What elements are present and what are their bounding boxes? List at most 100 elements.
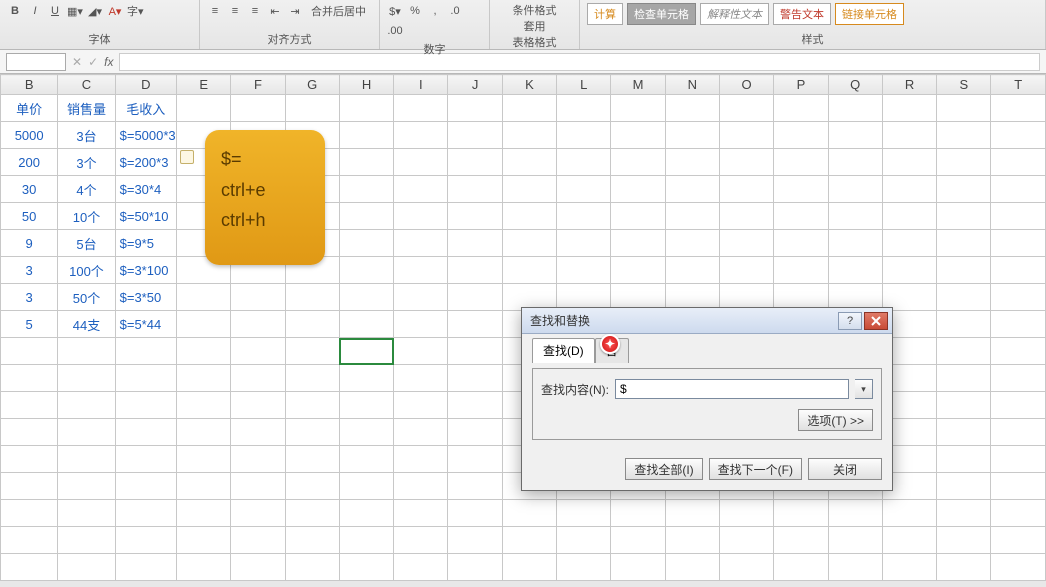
indent-inc-icon[interactable]: ⇥: [286, 2, 304, 20]
column-header[interactable]: P: [774, 75, 828, 95]
options-button[interactable]: 选项(T) >>: [798, 409, 873, 431]
cell[interactable]: $=50*10: [115, 203, 176, 230]
cell[interactable]: 10个: [58, 203, 115, 230]
comma-button[interactable]: ,: [426, 2, 444, 20]
cell[interactable]: [719, 257, 773, 284]
cell[interactable]: [448, 122, 502, 149]
cell[interactable]: [115, 446, 176, 473]
cell[interactable]: [991, 500, 1046, 527]
cell[interactable]: [991, 311, 1046, 338]
percent-button[interactable]: %: [406, 2, 424, 20]
cell[interactable]: [991, 446, 1046, 473]
cell[interactable]: [882, 122, 936, 149]
cell[interactable]: [339, 257, 393, 284]
cell[interactable]: [991, 473, 1046, 500]
cell[interactable]: [882, 176, 936, 203]
cell[interactable]: [502, 257, 556, 284]
cell[interactable]: [665, 176, 719, 203]
cell[interactable]: [937, 554, 991, 581]
cell[interactable]: [774, 230, 828, 257]
cell[interactable]: [502, 527, 556, 554]
cell[interactable]: [774, 527, 828, 554]
cell[interactable]: [502, 203, 556, 230]
cell[interactable]: [611, 230, 665, 257]
cell[interactable]: [665, 257, 719, 284]
cell[interactable]: [115, 473, 176, 500]
cell[interactable]: [882, 527, 936, 554]
cell[interactable]: [774, 122, 828, 149]
cell[interactable]: [882, 95, 936, 122]
cell[interactable]: 3台: [58, 122, 115, 149]
currency-button[interactable]: $▾: [386, 2, 404, 20]
cell[interactable]: [394, 230, 448, 257]
cell[interactable]: [937, 230, 991, 257]
cell[interactable]: [774, 554, 828, 581]
cell[interactable]: [991, 149, 1046, 176]
help-icon[interactable]: ?: [838, 312, 862, 330]
cell[interactable]: [394, 473, 448, 500]
cell[interactable]: 销售量: [58, 95, 115, 122]
find-all-button[interactable]: 查找全部(I): [625, 458, 702, 480]
cell[interactable]: $=3*50: [115, 284, 176, 311]
cell[interactable]: [58, 500, 115, 527]
border-button[interactable]: ▦▾: [66, 2, 84, 20]
cell[interactable]: [285, 500, 339, 527]
cell[interactable]: [285, 365, 339, 392]
cell[interactable]: [719, 176, 773, 203]
cell[interactable]: [991, 365, 1046, 392]
cell[interactable]: [58, 419, 115, 446]
cell[interactable]: [611, 149, 665, 176]
cell[interactable]: [394, 500, 448, 527]
cell[interactable]: [448, 527, 502, 554]
cell[interactable]: [394, 95, 448, 122]
cell[interactable]: [115, 392, 176, 419]
cell[interactable]: [339, 122, 393, 149]
cell[interactable]: [394, 203, 448, 230]
cell[interactable]: [991, 176, 1046, 203]
cell[interactable]: [828, 554, 882, 581]
cell[interactable]: [339, 419, 393, 446]
cell[interactable]: [502, 149, 556, 176]
cell[interactable]: [394, 311, 448, 338]
cell[interactable]: $=3*100: [115, 257, 176, 284]
cell[interactable]: [937, 365, 991, 392]
cell[interactable]: [557, 203, 611, 230]
cell[interactable]: [611, 257, 665, 284]
cell[interactable]: $=5*44: [115, 311, 176, 338]
align-left-icon[interactable]: ≡: [206, 2, 224, 20]
cell[interactable]: [991, 230, 1046, 257]
cell[interactable]: [339, 95, 393, 122]
cell[interactable]: [394, 149, 448, 176]
cell[interactable]: 3个: [58, 149, 115, 176]
cell[interactable]: [115, 419, 176, 446]
cell[interactable]: [339, 230, 393, 257]
cell[interactable]: [448, 338, 502, 365]
cell[interactable]: [231, 392, 285, 419]
cell[interactable]: [177, 338, 231, 365]
accept-formula-icon[interactable]: ✓: [88, 55, 98, 69]
column-header[interactable]: G: [285, 75, 339, 95]
cell[interactable]: [448, 365, 502, 392]
cell[interactable]: [58, 554, 115, 581]
cell[interactable]: [448, 419, 502, 446]
indent-dec-icon[interactable]: ⇤: [266, 2, 284, 20]
cell[interactable]: [285, 473, 339, 500]
cell[interactable]: [719, 527, 773, 554]
cell[interactable]: [1, 365, 58, 392]
cell[interactable]: [339, 446, 393, 473]
cell[interactable]: [719, 203, 773, 230]
name-box[interactable]: [6, 53, 66, 71]
cell[interactable]: [177, 446, 231, 473]
cell[interactable]: [339, 554, 393, 581]
cell[interactable]: [937, 392, 991, 419]
cell[interactable]: [774, 257, 828, 284]
cell[interactable]: [774, 176, 828, 203]
cell[interactable]: [1, 419, 58, 446]
column-header[interactable]: Q: [828, 75, 882, 95]
cell[interactable]: [665, 95, 719, 122]
cell[interactable]: [882, 230, 936, 257]
cell[interactable]: [177, 419, 231, 446]
cell[interactable]: [58, 473, 115, 500]
cell[interactable]: [448, 446, 502, 473]
column-header[interactable]: L: [557, 75, 611, 95]
